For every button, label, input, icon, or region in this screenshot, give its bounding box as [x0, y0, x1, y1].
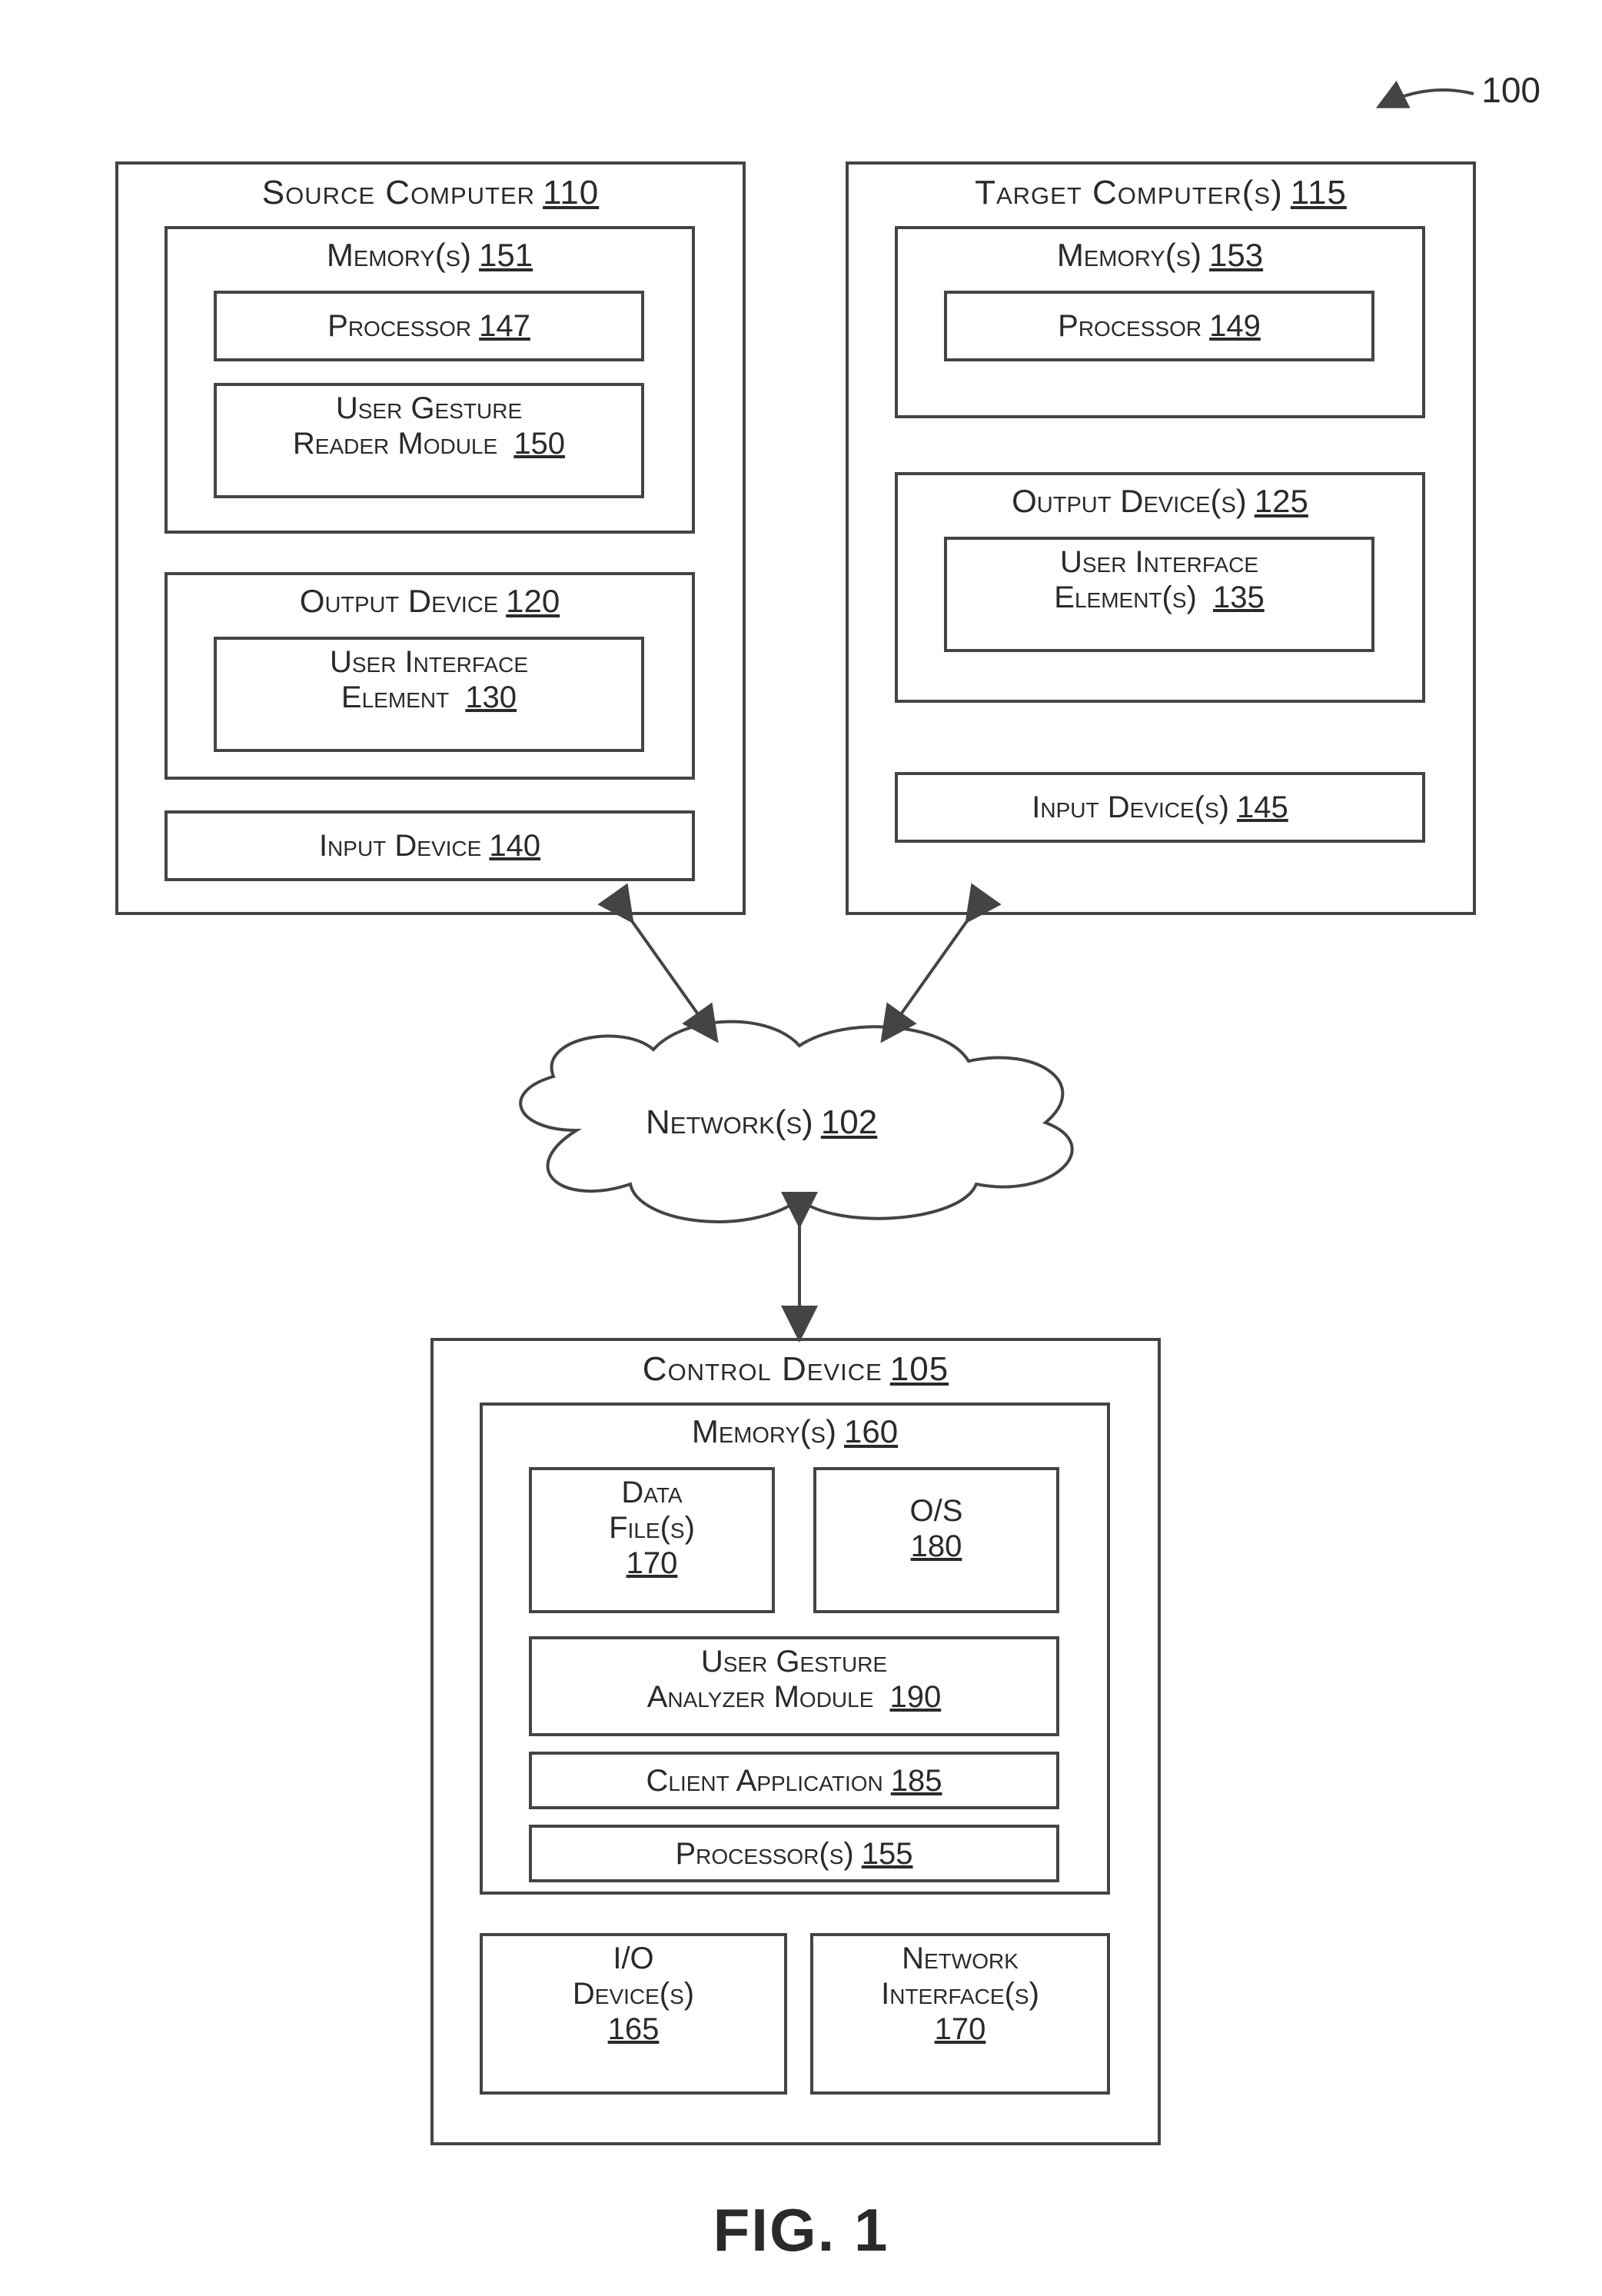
- io-devices-box: I/O Device(s) 165: [480, 1933, 787, 2095]
- target-input-devices-box: Input Device(s)145: [895, 772, 1425, 843]
- user-gesture-analyzer-box: User Gesture Analyzer Module 190: [529, 1636, 1059, 1736]
- system-reference-label: 100: [1481, 69, 1541, 111]
- control-device-box: Control Device105 Memory(s)160 Data File…: [430, 1338, 1161, 2145]
- control-memory-box: Memory(s)160 Data File(s) 170 O/S 180 Us…: [480, 1403, 1110, 1895]
- target-ui-elements-box: User Interface Element(s) 135: [944, 537, 1374, 652]
- source-output-device-title: Output Device120: [168, 575, 692, 620]
- figure-caption: FIG. 1: [713, 2195, 889, 2265]
- data-files-box: Data File(s) 170: [529, 1467, 775, 1613]
- control-memory-title: Memory(s)160: [483, 1406, 1107, 1450]
- network-label: Network(s)102: [646, 1103, 877, 1142]
- client-application-box: Client Application185: [529, 1752, 1059, 1809]
- target-computer-box: Target Computer(s)115 Memory(s)153 Proce…: [846, 161, 1476, 915]
- control-processors-box: Processor(s)155: [529, 1825, 1059, 1882]
- control-device-title: Control Device105: [434, 1341, 1158, 1389]
- target-memory-box: Memory(s)153 Processor149: [895, 226, 1425, 418]
- target-output-devices-title: Output Device(s)125: [898, 475, 1422, 520]
- target-output-devices-box: Output Device(s)125 User Interface Eleme…: [895, 472, 1425, 703]
- source-input-device-box: Input Device140: [165, 810, 695, 881]
- source-output-device-box: Output Device120 User Interface Element …: [165, 572, 695, 780]
- target-memory-title: Memory(s)153: [898, 229, 1422, 274]
- network-interfaces-box: Network Interface(s) 170: [810, 1933, 1110, 2095]
- user-gesture-reader-box: User Gesture Reader Module 150: [214, 383, 644, 498]
- source-computer-box: Source Computer110 Memory(s)151 Processo…: [115, 161, 746, 915]
- os-box: O/S 180: [813, 1467, 1059, 1613]
- target-processor-box: Processor149: [944, 291, 1374, 361]
- source-memory-box: Memory(s)151 Processor147 User Gesture R…: [165, 226, 695, 534]
- target-computer-title: Target Computer(s)115: [849, 165, 1473, 212]
- source-computer-title: Source Computer110: [118, 165, 743, 212]
- source-ui-element-box: User Interface Element 130: [214, 637, 644, 752]
- arrow-icon: [1374, 86, 1481, 117]
- source-memory-title: Memory(s)151: [168, 229, 692, 274]
- source-processor-box: Processor147: [214, 291, 644, 361]
